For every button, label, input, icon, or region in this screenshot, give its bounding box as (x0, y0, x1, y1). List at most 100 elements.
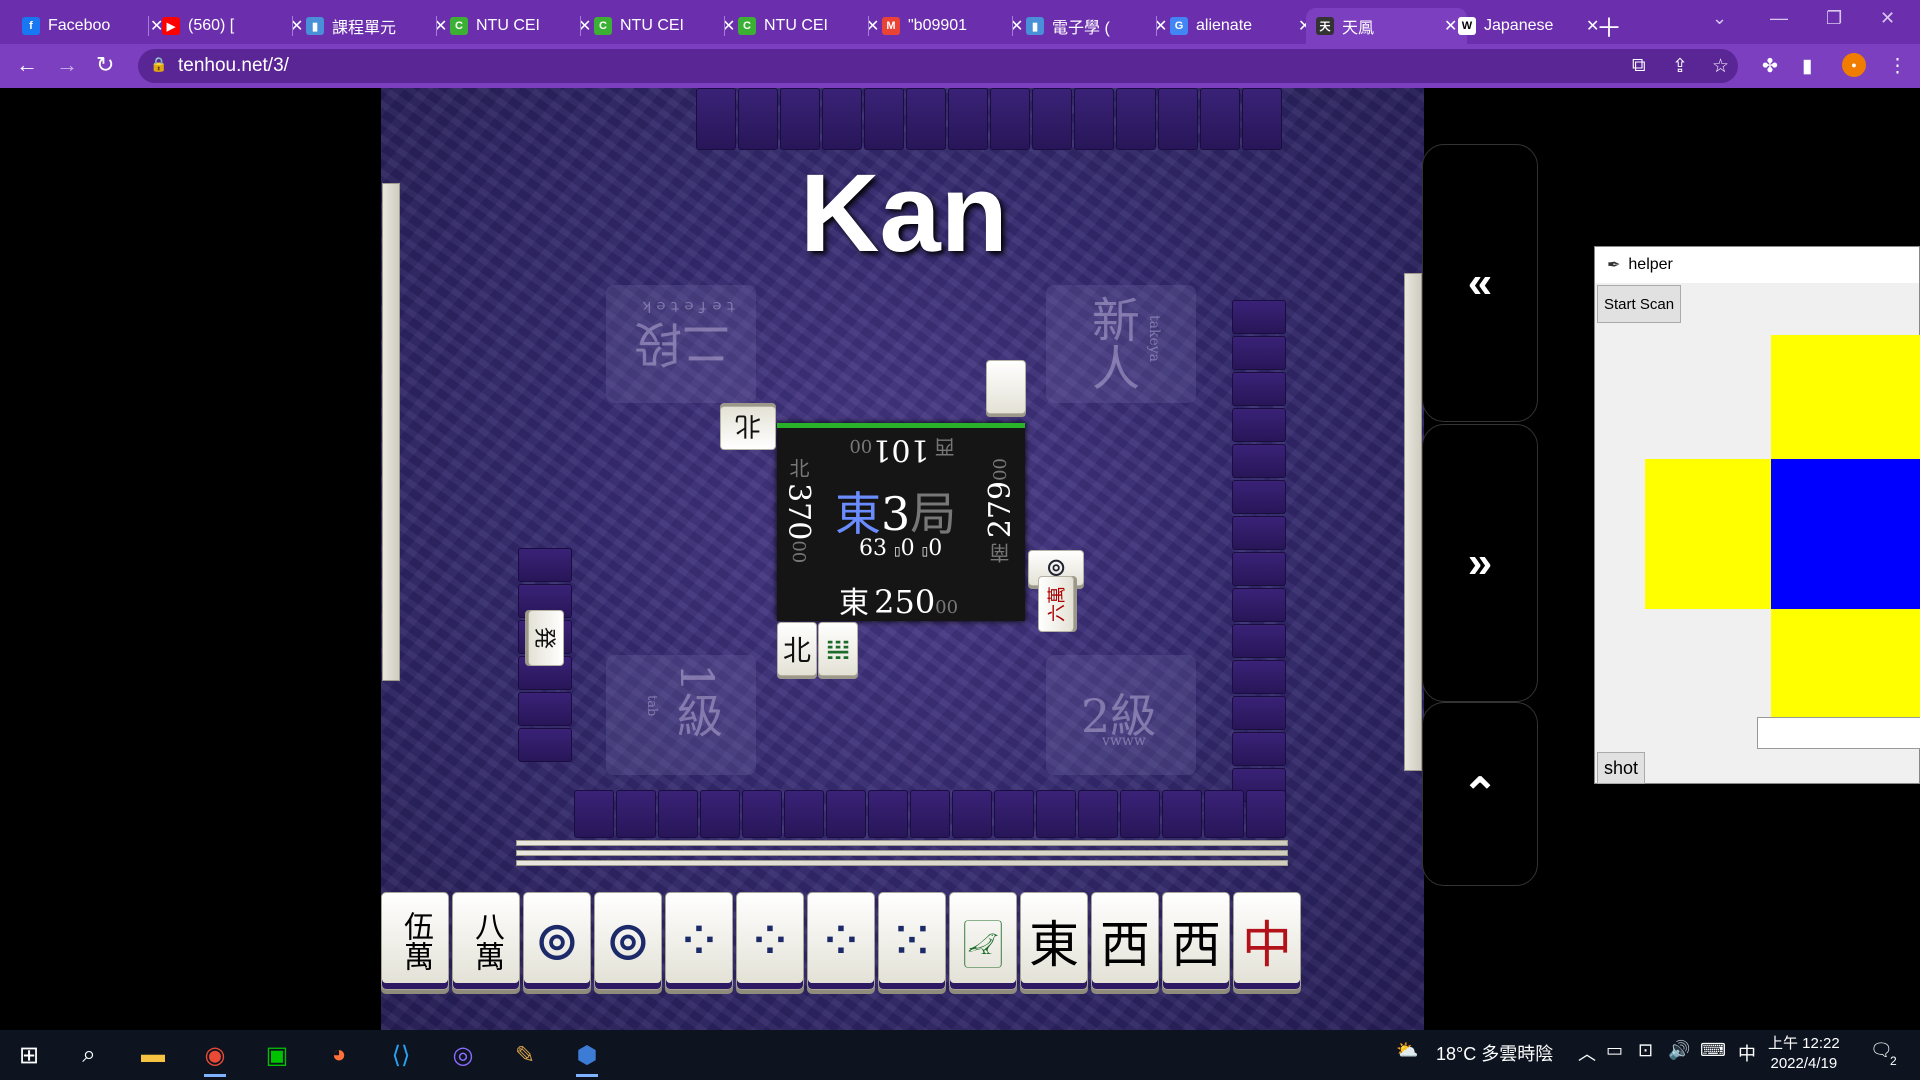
player-rank: 新人 (1083, 295, 1139, 391)
hand-tile[interactable]: ⁙ (878, 892, 946, 990)
wall-tile (1232, 660, 1286, 694)
tile-back (906, 88, 946, 150)
player-badge-bottom-right: 2級 vwww (1046, 655, 1196, 775)
tab-separator (436, 16, 437, 36)
restore-icon[interactable]: ❐ (1826, 8, 1842, 29)
shot-button[interactable]: shot (1597, 752, 1646, 784)
wall-tile (1036, 790, 1076, 838)
feather-icon: ✒ (1607, 257, 1621, 274)
scroll-up-button[interactable]: ⌃ (1422, 702, 1538, 886)
reload-icon[interactable]: ↻ (96, 52, 114, 78)
file-explorer-icon[interactable]: ▬ (134, 1036, 172, 1074)
address-bar[interactable] (138, 49, 1738, 83)
tab-title: (560) [ (188, 17, 235, 34)
helper-preview-block (1771, 459, 1920, 609)
call-announcement: Kan (800, 152, 1008, 275)
minimize-icon[interactable]: — (1770, 8, 1788, 29)
weather-text[interactable]: 18°C 多雲時陰 (1436, 1040, 1553, 1066)
hand-tile[interactable]: 🀐 (949, 892, 1017, 990)
back-icon[interactable]: ← (16, 52, 38, 78)
profile-avatar[interactable]: ● (1842, 53, 1866, 77)
helper-preview-block (1645, 459, 1771, 609)
hand-tile[interactable]: 中 (1233, 892, 1301, 990)
line-icon[interactable]: ▣ (258, 1036, 296, 1074)
hand-tile[interactable]: 西 (1091, 892, 1159, 990)
score-panel: 西 10100 北 37000 南 27900 東3局 63 ▯0 ▯0 東 2… (777, 423, 1025, 621)
forward-icon[interactable]: → (56, 52, 78, 78)
tab-separator (868, 16, 869, 36)
discard-self-tile: 北 (777, 622, 817, 676)
hand-tile[interactable]: 西 (1162, 892, 1230, 990)
browser-tab[interactable]: C NTU CEI ✕ (584, 8, 745, 44)
tray-chevron-icon[interactable]: ︿ (1578, 1040, 1596, 1066)
network-icon[interactable]: ⊡ (1638, 1040, 1653, 1061)
discard-left-tile: 発 (528, 610, 564, 666)
bookmark-star-icon[interactable]: ☆ (1712, 55, 1729, 78)
facebook-icon: f (22, 17, 40, 35)
firefox-icon[interactable]: ◕ (320, 1036, 358, 1074)
new-tab-button[interactable]: ＋ (1596, 8, 1622, 45)
tab-title: 課程單元 (332, 20, 397, 37)
hand-tile[interactable]: 八萬 (452, 892, 520, 990)
paint-icon[interactable]: ✎ (506, 1036, 544, 1074)
python-icon[interactable]: ⬢ (568, 1036, 606, 1077)
discord-icon[interactable]: ◎ (444, 1036, 482, 1074)
player-name: tab (644, 695, 659, 717)
wall-tile (994, 790, 1034, 838)
system-clock[interactable]: 上午 12:22 2022/4/19 (1768, 1034, 1840, 1074)
browser-tab[interactable]: Galienate ✕ (1160, 8, 1321, 44)
player-badge-top-right: 新人 takeya (1046, 285, 1196, 403)
helper-title: helper (1628, 256, 1673, 273)
browser-tab[interactable]: C NTU CEI ✕ (440, 8, 601, 44)
helper-preview-block (1771, 335, 1920, 459)
tile-back (1074, 88, 1114, 150)
wall-tile (1232, 732, 1286, 766)
weather-icon[interactable]: ⛅ (1396, 1040, 1418, 1061)
rewind-button[interactable]: « (1422, 144, 1538, 422)
helper-input[interactable] (1757, 717, 1920, 749)
start-scan-button[interactable]: Start Scan (1597, 285, 1682, 323)
windows-start-icon[interactable]: ⊞ (10, 1036, 48, 1074)
ime-indicator[interactable]: 中 (1738, 1040, 1756, 1066)
hand-tile[interactable]: 伍萬 (381, 892, 449, 990)
hand-tile[interactable]: 東 (1020, 892, 1088, 990)
browser-tab[interactable]: f Faceboo ✕ (12, 8, 173, 44)
chrome-icon[interactable]: ◉ (196, 1036, 234, 1077)
keyboard-icon[interactable]: ⌨ (1700, 1040, 1726, 1061)
browser-tab[interactable]: ▮ 課程單元 ✕ (296, 8, 457, 44)
side-panel-icon[interactable]: ▮ (1802, 55, 1812, 78)
notification-count: 2 (1890, 1054, 1897, 1068)
forward-button[interactable]: » (1422, 424, 1538, 702)
browser-tab[interactable]: ▶ (560) [✕ (152, 8, 313, 44)
lock-icon[interactable]: 🔒 (150, 56, 167, 73)
volume-icon[interactable]: 🔊 (1668, 1040, 1690, 1061)
translate-icon[interactable]: ⧉ (1632, 55, 1646, 77)
hand-tile[interactable]: ⊚ (523, 892, 591, 990)
browser-tab[interactable]: C NTU CEI ✕ (728, 8, 889, 44)
wall-tile (518, 548, 572, 582)
wall-tile (1204, 790, 1244, 838)
share-icon[interactable]: ⇪ (1672, 55, 1688, 78)
wall-tile (910, 790, 950, 838)
hand-tile[interactable]: ⁘ (807, 892, 875, 990)
search-icon[interactable]: ⌕ (70, 1036, 108, 1074)
browser-tab[interactable]: M "b09901 ✕ (872, 8, 1033, 44)
browser-tab[interactable]: 天天鳳 ✕ (1306, 8, 1468, 44)
wall-tile (1232, 696, 1286, 730)
close-window-icon[interactable]: ✕ (1880, 8, 1895, 29)
wall-tile (742, 790, 782, 838)
menu-kebab-icon[interactable]: ⋮ (1888, 55, 1907, 78)
wall-tile (1232, 372, 1286, 406)
score-self: 東 25000 (839, 583, 959, 621)
battery-icon[interactable]: ▭ (1606, 1040, 1623, 1061)
extensions-icon[interactable]: ✤ (1762, 55, 1778, 78)
tab-search-icon[interactable]: ⌄ (1712, 8, 1727, 29)
url-text[interactable]: tenhou.net/3/ (178, 55, 289, 77)
browser-tab[interactable]: ▮ 電子學 (✕ (1016, 8, 1177, 44)
hand-tile[interactable]: ⁘ (736, 892, 804, 990)
vscode-icon[interactable]: ⟨⟩ (382, 1036, 420, 1074)
wall-tile (1232, 444, 1286, 478)
browser-tab[interactable]: W Japanese ✕ (1448, 8, 1609, 44)
hand-tile[interactable]: ⁘ (665, 892, 733, 990)
hand-tile[interactable]: ⊚ (594, 892, 662, 990)
